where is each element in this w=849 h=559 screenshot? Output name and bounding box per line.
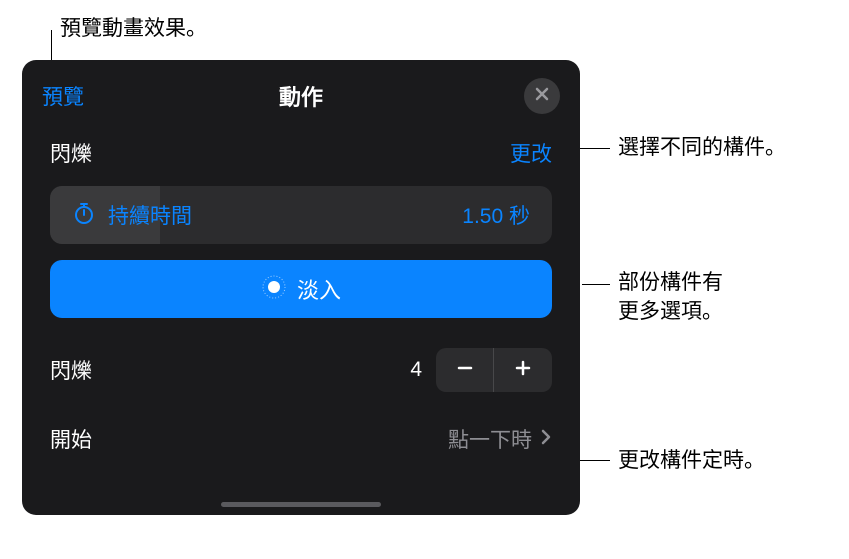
panel-title: 動作 — [279, 80, 323, 112]
blink-count-stepper — [436, 348, 552, 392]
blink-count-label: 閃爍 — [50, 355, 410, 385]
duration-label: 持續時間 — [108, 200, 462, 230]
panel-header: 預覽 動作 — [22, 60, 580, 128]
close-button[interactable] — [524, 78, 560, 114]
preview-button[interactable]: 預覽 — [42, 81, 84, 111]
stopwatch-icon — [72, 201, 96, 230]
start-label: 開始 — [50, 424, 448, 454]
close-icon — [534, 86, 550, 107]
action-panel: 預覽 動作 閃爍 更改 持續時間 1.50 秒 淡入 閃爍 4 — [22, 60, 580, 515]
callout-text: 部份構件有 — [618, 271, 723, 294]
fade-in-label: 淡入 — [297, 273, 341, 305]
start-row[interactable]: 開始 點一下時 — [22, 406, 580, 464]
minus-icon — [455, 358, 475, 383]
blink-count-value: 4 — [410, 358, 422, 382]
effect-name: 閃爍 — [50, 138, 92, 168]
callout-line — [582, 284, 610, 285]
change-button[interactable]: 更改 — [510, 138, 552, 168]
start-value: 點一下時 — [448, 424, 532, 454]
callout-change: 選擇不同的構件。 — [618, 133, 786, 162]
callout-timing: 更改構件定時。 — [618, 446, 765, 475]
callout-preview: 預覽動畫效果。 — [60, 14, 207, 43]
stepper-increment[interactable] — [494, 348, 552, 392]
callout-fade-options: 部份構件有 更多選項。 — [618, 268, 723, 327]
blink-count-row: 閃爍 4 — [22, 340, 580, 406]
stepper-decrement[interactable] — [436, 348, 494, 392]
chevron-right-icon — [540, 428, 552, 451]
effect-row: 閃爍 更改 — [22, 128, 580, 186]
fade-in-icon — [261, 274, 287, 305]
duration-row[interactable]: 持續時間 1.50 秒 — [50, 186, 552, 244]
plus-icon — [513, 358, 533, 383]
home-indicator — [221, 502, 381, 507]
callout-text: 更多選項。 — [618, 300, 723, 323]
fade-in-button[interactable]: 淡入 — [50, 260, 552, 318]
duration-value: 1.50 秒 — [462, 200, 530, 230]
